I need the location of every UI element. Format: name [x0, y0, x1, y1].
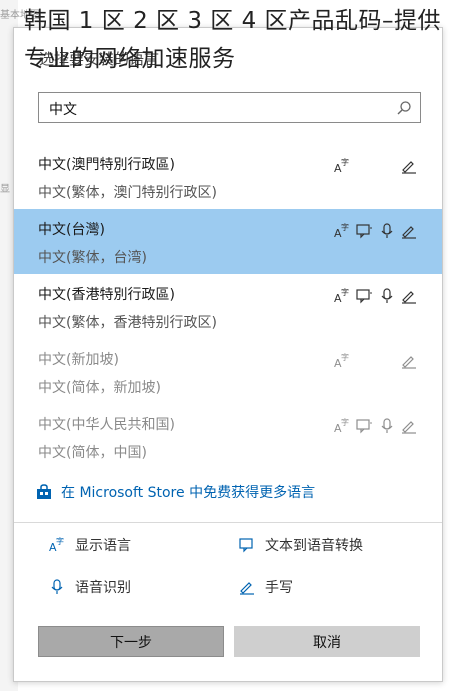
store-link-label: 在 Microsoft Store 中免费获得更多语言: [61, 485, 316, 501]
text-to-speech-icon: [355, 417, 373, 435]
search-input[interactable]: 中文: [38, 92, 421, 123]
search-value: 中文: [49, 102, 77, 118]
display-language-icon: A字: [332, 222, 350, 240]
legend-handwriting: 手写: [238, 577, 293, 597]
text-to-speech-icon: [355, 287, 373, 305]
language-title: 中文(新加坡): [38, 352, 119, 368]
language-list: 中文(澳門特別行政區) 中文(繁体，澳门特别行政区) A字 中文(台灣) 中文(…: [14, 144, 442, 469]
svg-text:字: 字: [341, 287, 349, 297]
overlay-title: 韩国 1 区 2 区 3 区 4 区产品乱码–提供专业的网络加速服务: [24, 8, 442, 72]
handwriting-icon: [238, 578, 256, 596]
language-title: 中文(澳門特別行政區): [38, 157, 175, 173]
text-to-speech-icon: [355, 222, 373, 240]
language-row[interactable]: 中文(香港特別行政區) 中文(繁体，香港特别行政区) A字: [14, 274, 442, 339]
language-subtitle: 中文(简体，新加坡): [38, 380, 161, 396]
microsoft-store-link[interactable]: 在 Microsoft Store 中免费获得更多语言: [36, 482, 315, 502]
language-install-dialog: 选择要安装的语言 中文 中文(澳門特別行政區) 中文(繁体，澳门特别行政区) A…: [13, 27, 443, 682]
handwriting-icon: [400, 157, 418, 175]
background-text-fragment: 显: [0, 184, 10, 195]
language-subtitle: 中文(繁体，香港特别行政区): [38, 315, 217, 331]
handwriting-icon: [400, 287, 418, 305]
speech-recognition-icon: [48, 578, 66, 596]
speech-recognition-icon: [378, 222, 396, 240]
language-subtitle: 中文(简体，中国): [38, 445, 147, 461]
language-title: 中文(香港特別行政區): [38, 287, 175, 303]
svg-text:字: 字: [341, 352, 349, 362]
language-row[interactable]: 中文(新加坡) 中文(简体，新加坡) A字: [14, 339, 442, 404]
speech-recognition-icon: [378, 287, 396, 305]
legend-label: 显示语言: [75, 538, 131, 554]
legend-label: 文本到语音转换: [265, 538, 363, 554]
text-to-speech-icon: [238, 536, 256, 554]
search-icon[interactable]: [396, 100, 412, 116]
display-language-icon: A字: [332, 352, 350, 370]
handwriting-icon: [400, 417, 418, 435]
legend-speech-recognition: 语音识别: [48, 577, 131, 597]
language-row[interactable]: 中文(中华人民共和国) 中文(简体，中国) A字: [14, 404, 442, 469]
handwriting-icon: [400, 222, 418, 240]
language-row[interactable]: 中文(澳門特別行政區) 中文(繁体，澳门特别行政区) A字: [14, 144, 442, 209]
speech-recognition-icon: [378, 417, 396, 435]
svg-text:字: 字: [341, 417, 349, 427]
store-bag-icon: [36, 484, 52, 500]
next-button[interactable]: 下一步: [38, 626, 224, 657]
legend-label: 语音识别: [75, 580, 131, 596]
language-row[interactable]: 中文(台灣) 中文(繁体，台湾) A字: [14, 209, 442, 274]
svg-text:字: 字: [341, 157, 349, 167]
display-language-icon: A字: [332, 287, 350, 305]
display-language-icon: A字: [48, 536, 66, 554]
display-language-icon: A字: [332, 157, 350, 175]
cancel-button[interactable]: 取消: [234, 626, 420, 657]
legend-text-to-speech: 文本到语音转换: [238, 535, 363, 555]
language-title: 中文(中华人民共和国): [38, 417, 175, 433]
language-subtitle: 中文(繁体，台湾): [38, 250, 147, 266]
display-language-icon: A字: [332, 417, 350, 435]
svg-text:字: 字: [56, 536, 64, 546]
handwriting-icon: [400, 352, 418, 370]
legend-display-language: A字 显示语言: [48, 535, 131, 555]
legend-label: 手写: [265, 580, 293, 596]
divider: [14, 522, 442, 523]
language-subtitle: 中文(繁体，澳门特别行政区): [38, 185, 217, 201]
language-title: 中文(台灣): [38, 222, 105, 238]
svg-text:字: 字: [341, 222, 349, 232]
